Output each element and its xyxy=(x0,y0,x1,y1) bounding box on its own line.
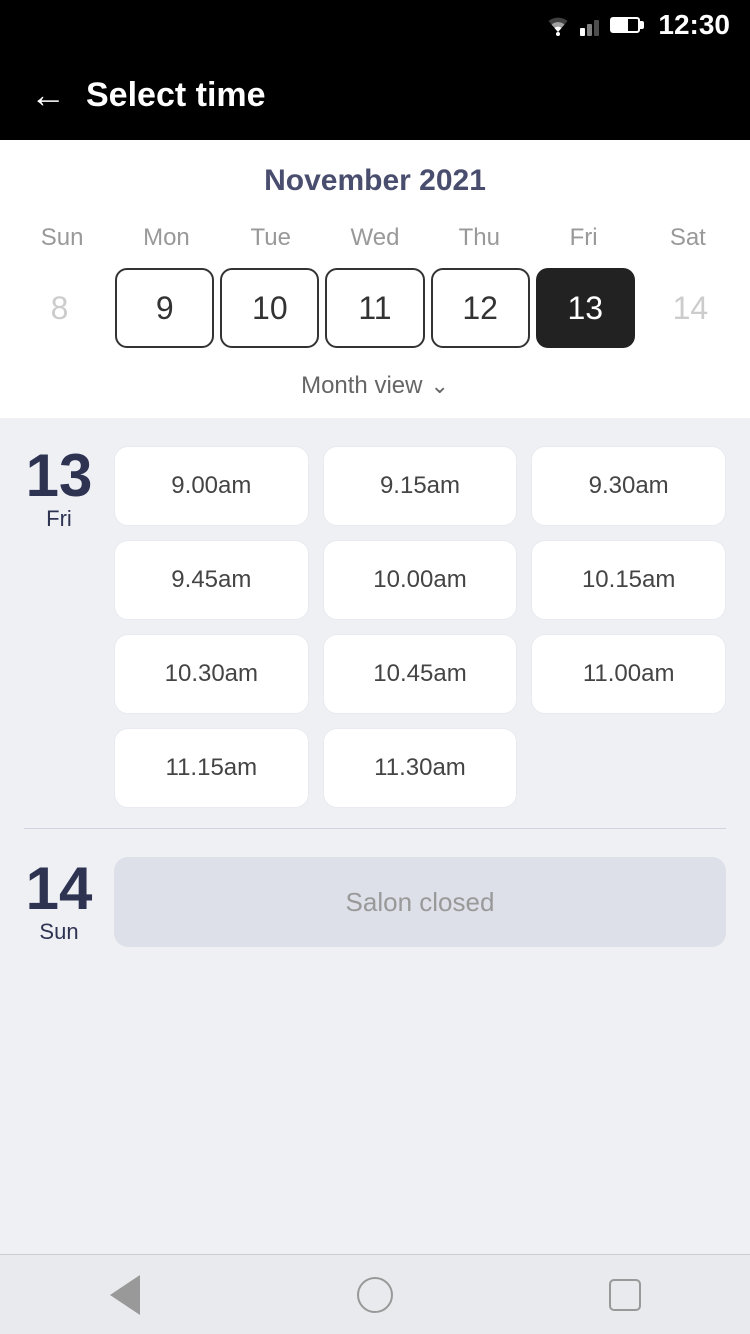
day-10[interactable]: 10 xyxy=(220,268,319,348)
wifi-icon xyxy=(544,14,572,36)
timeslot-915am[interactable]: 9.15am xyxy=(323,446,518,526)
timeslot-945am[interactable]: 9.45am xyxy=(114,540,309,620)
timeslots-section: 13 Fri 9.00am 9.15am 9.30am 9.45am 10.00… xyxy=(0,418,750,1254)
back-icon xyxy=(110,1275,140,1315)
day-14-number: 14 xyxy=(26,859,93,919)
day-9[interactable]: 9 xyxy=(115,268,214,348)
timeslot-1000am[interactable]: 10.00am xyxy=(323,540,518,620)
back-button[interactable]: ← xyxy=(30,77,66,113)
salon-closed-box: Salon closed xyxy=(114,857,726,947)
recent-icon xyxy=(609,1279,641,1311)
timeslot-1130am[interactable]: 11.30am xyxy=(323,728,518,808)
status-time: 12:30 xyxy=(658,9,730,41)
day-13-block: 13 Fri 9.00am 9.15am 9.30am 9.45am 10.00… xyxy=(0,418,750,828)
week-row: 8 9 10 11 12 13 14 xyxy=(0,258,750,358)
day-13-number: 13 xyxy=(26,446,93,506)
timeslots-grid-13: 9.00am 9.15am 9.30am 9.45am 10.00am 10.1… xyxy=(114,446,726,808)
day-14-block: 14 Sun Salon closed xyxy=(0,829,750,975)
page-title: Select time xyxy=(86,76,266,115)
status-icons xyxy=(544,14,640,36)
chevron-down-icon: ⌄ xyxy=(430,373,448,399)
day-13-label: 13 Fri xyxy=(24,446,94,532)
month-year-label: November 2021 xyxy=(0,164,750,198)
day-12[interactable]: 12 xyxy=(431,268,530,348)
day-14[interactable]: 14 xyxy=(641,268,740,348)
home-icon xyxy=(357,1277,393,1313)
timeslot-1045am[interactable]: 10.45am xyxy=(323,634,518,714)
day-header-thu: Thu xyxy=(427,218,531,258)
timeslot-930am[interactable]: 9.30am xyxy=(531,446,726,526)
day-header-tue: Tue xyxy=(219,218,323,258)
day-header-sun: Sun xyxy=(10,218,114,258)
timeslot-1015am[interactable]: 10.15am xyxy=(531,540,726,620)
nav-recent-button[interactable] xyxy=(595,1265,655,1325)
day-header-mon: Mon xyxy=(114,218,218,258)
timeslot-1030am[interactable]: 10.30am xyxy=(114,634,309,714)
timeslot-1100am[interactable]: 11.00am xyxy=(531,634,726,714)
day-11[interactable]: 11 xyxy=(325,268,424,348)
calendar-section: November 2021 Sun Mon Tue Wed Thu Fri Sa… xyxy=(0,140,750,418)
day-13-name: Fri xyxy=(46,506,72,532)
nav-home-button[interactable] xyxy=(345,1265,405,1325)
battery-icon xyxy=(610,17,640,33)
day-13[interactable]: 13 xyxy=(536,268,635,348)
signal-icon xyxy=(580,14,602,36)
day-header-sat: Sat xyxy=(636,218,740,258)
day-header-fri: Fri xyxy=(531,218,635,258)
nav-back-button[interactable] xyxy=(95,1265,155,1325)
day-14-name: Sun xyxy=(39,919,78,945)
timeslot-900am[interactable]: 9.00am xyxy=(114,446,309,526)
salon-closed-label: Salon closed xyxy=(346,887,495,918)
timeslot-1115am[interactable]: 11.15am xyxy=(114,728,309,808)
month-view-toggle[interactable]: Month view ⌄ xyxy=(0,358,750,418)
status-bar: 12:30 xyxy=(0,0,750,50)
day-8[interactable]: 8 xyxy=(10,268,109,348)
day-headers-row: Sun Mon Tue Wed Thu Fri Sat xyxy=(0,218,750,258)
app-header: ← Select time xyxy=(0,50,750,140)
bottom-nav xyxy=(0,1254,750,1334)
month-view-label: Month view xyxy=(301,372,422,400)
day-header-wed: Wed xyxy=(323,218,427,258)
day-14-label: 14 Sun xyxy=(24,859,94,945)
